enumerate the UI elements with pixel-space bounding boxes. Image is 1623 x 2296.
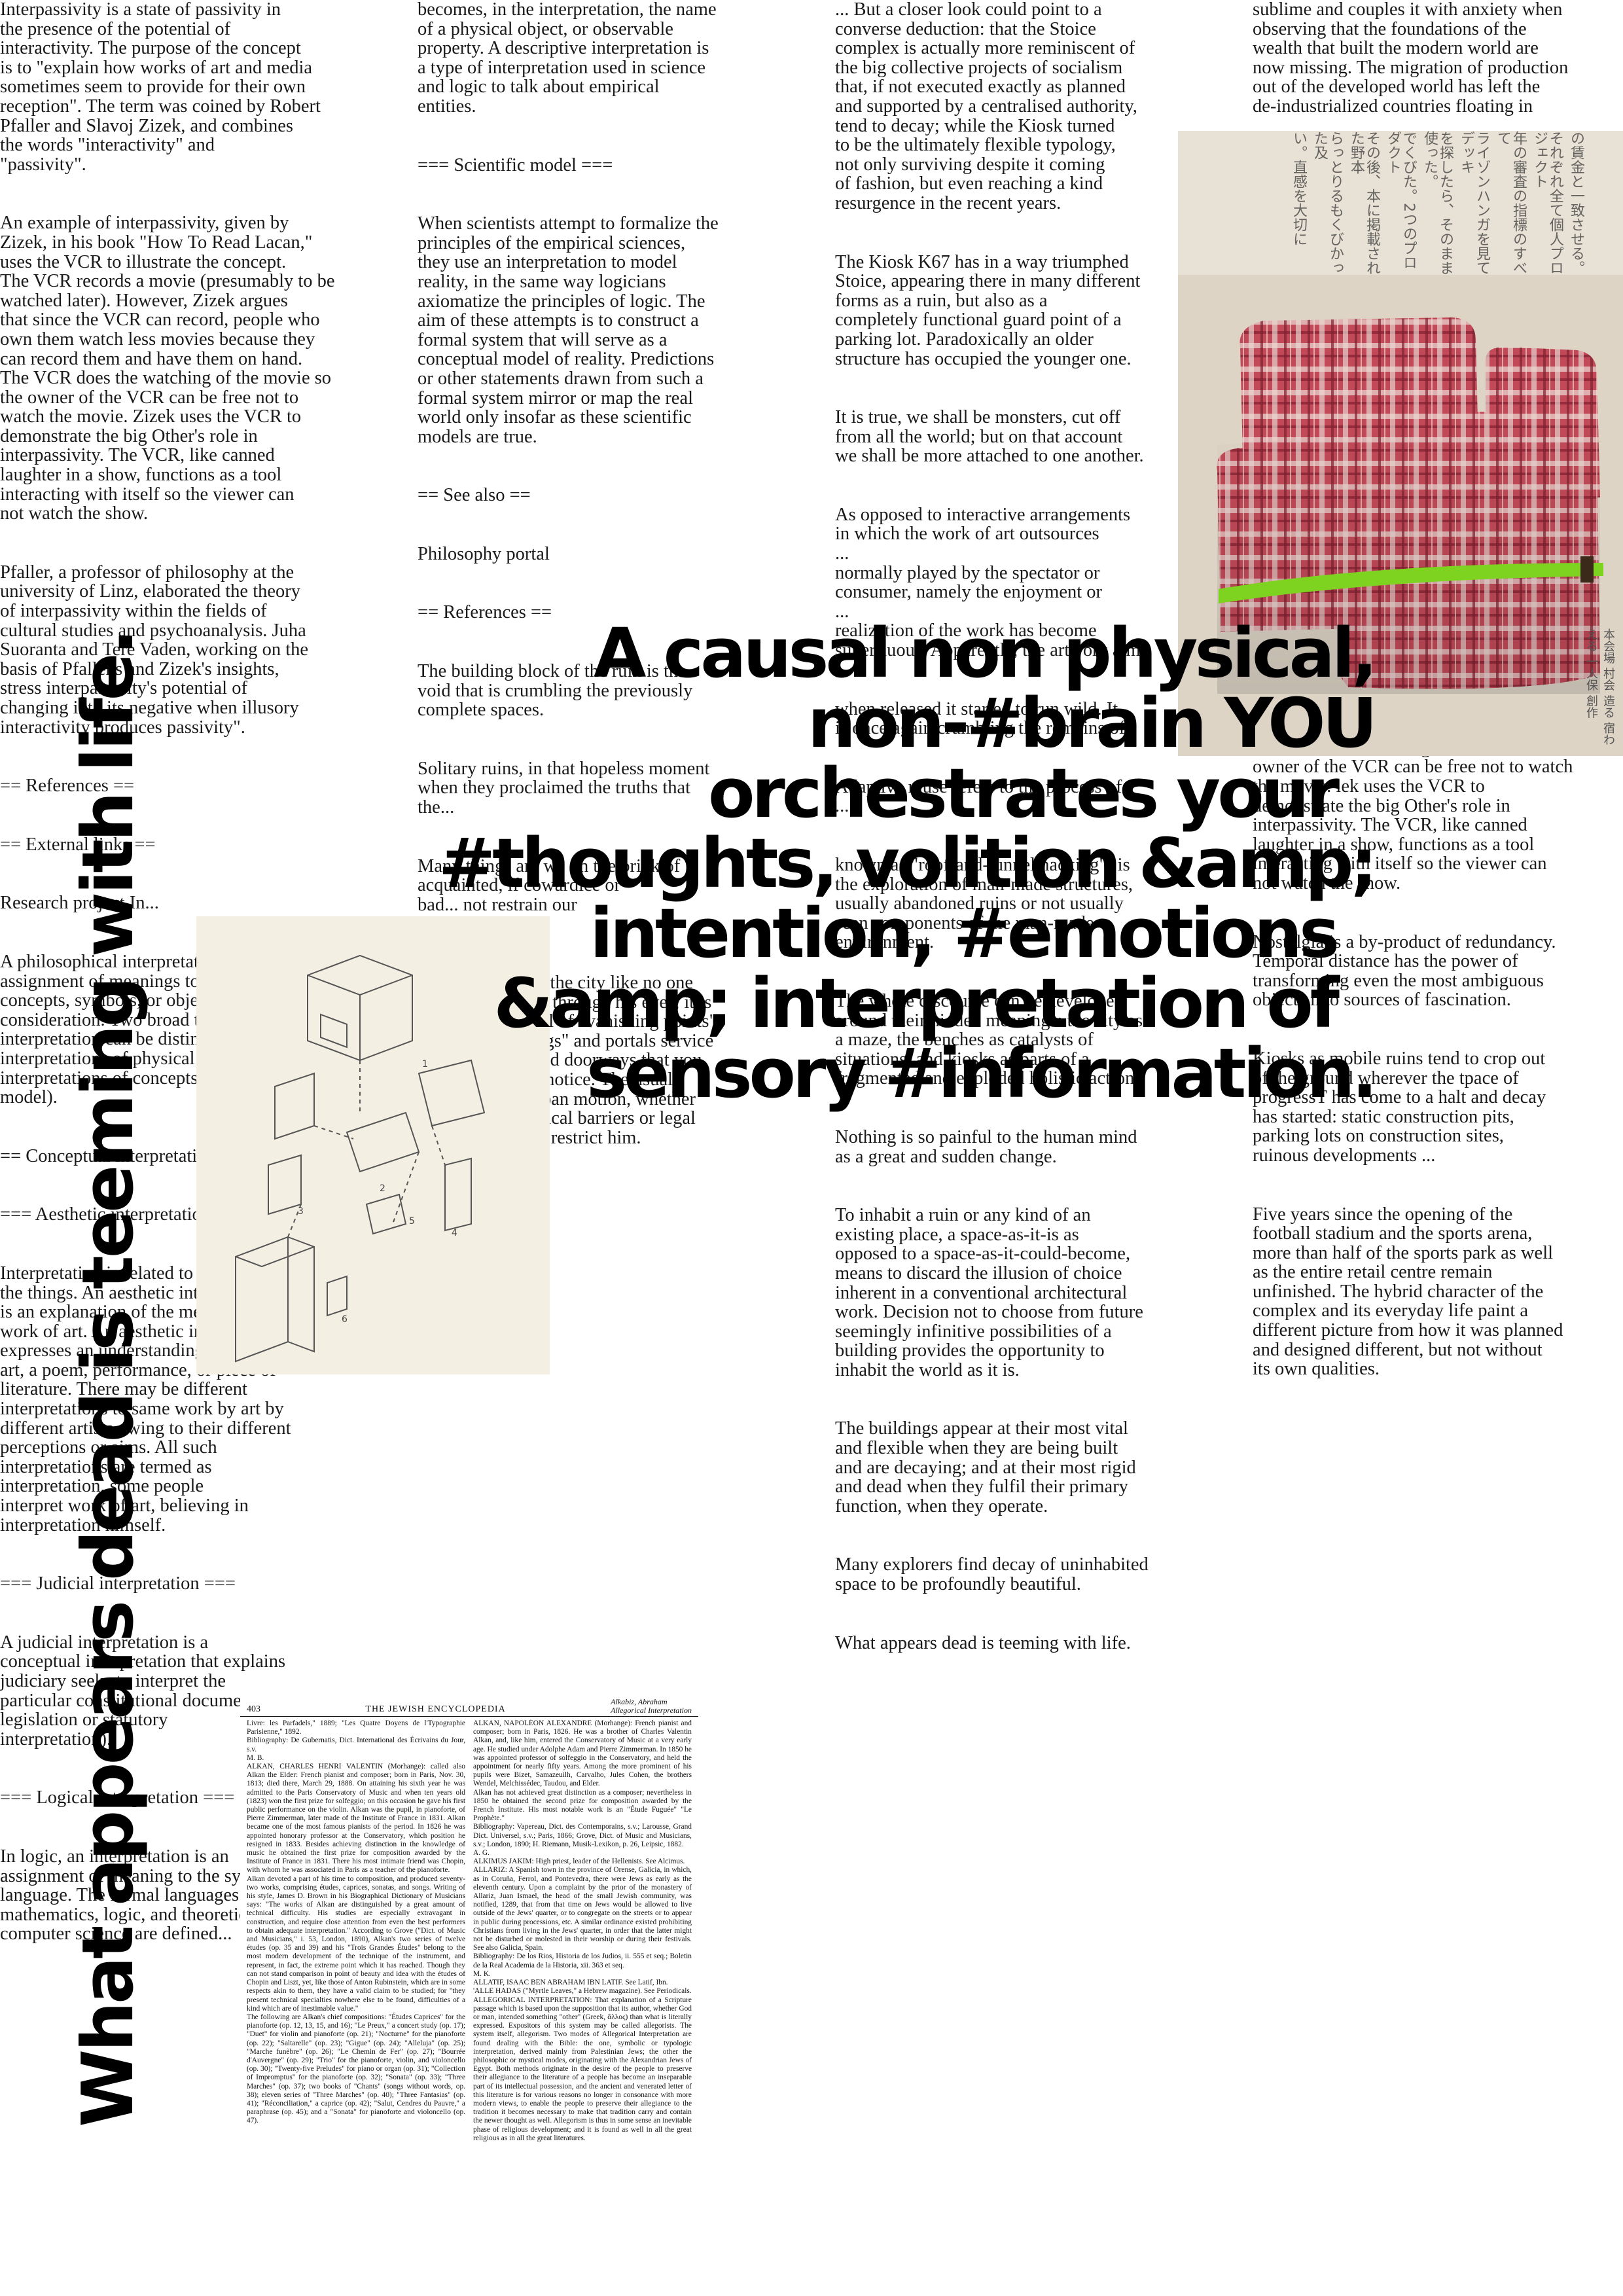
text-column-3: ... But a closer look could point to a c… bbox=[835, 0, 1228, 2296]
paragraph: Philosophy portal bbox=[418, 543, 550, 564]
svg-text:6: 6 bbox=[342, 1314, 348, 1325]
paragraph: sublime and couples it with anxiety when… bbox=[1253, 0, 1569, 117]
headline-line: sensory #information. bbox=[586, 1033, 1378, 1113]
paragraph: becomes, in the interpretation, the name… bbox=[418, 0, 717, 117]
paragraph: The buildings appear at their most vital… bbox=[835, 1418, 1136, 1516]
headline-line: orchestrates your bbox=[708, 753, 1340, 833]
paragraph: When scientists attempt to formalize the… bbox=[418, 213, 719, 447]
encyclopedia-running-title: THE JEWISH ENCYCLOPEDIA bbox=[365, 1704, 506, 1714]
headline-line: &amp; interpretation of bbox=[493, 963, 1340, 1043]
headline: A causal non physical, non-#brain YOU or… bbox=[249, 613, 1378, 1113]
paragraph: An example of interpassivity, given by Z… bbox=[0, 213, 335, 524]
svg-text:5: 5 bbox=[409, 1216, 415, 1227]
paragraph: Nothing is so painful to the human mind … bbox=[835, 1126, 1137, 1167]
paragraph: Many explorers find decay of uninhabited… bbox=[835, 1554, 1149, 1595]
paragraph: It is true, we shall be monsters, cut of… bbox=[835, 407, 1144, 467]
paragraph: === Scientific model === bbox=[418, 154, 613, 175]
vertical-slogan: What appears dead is teeming with life. bbox=[67, 631, 149, 2127]
encyclopedia-running-right: Alkabiz, Abraham Allegorical Interpretat… bbox=[611, 1697, 692, 1715]
encyclopedia-column-1: Livre: les Parfadels," 1889; "Les Quatre… bbox=[247, 1719, 465, 2125]
paragraph: To inhabit a ruin or any kind of an exis… bbox=[835, 1205, 1143, 1380]
encyclopedia-header: 403 THE JEWISH ENCYCLOPEDIA Alkabiz, Abr… bbox=[240, 1695, 698, 1717]
svg-text:2: 2 bbox=[380, 1183, 385, 1194]
paragraph: Five years since the opening of the foot… bbox=[1253, 1204, 1563, 1380]
paragraph: == See also == bbox=[418, 485, 531, 506]
headline-line: A causal non physical, bbox=[593, 613, 1378, 693]
paragraph: === Judicial interpretation === bbox=[0, 1573, 236, 1594]
paragraph: ... But a closer look could point to a c… bbox=[835, 0, 1137, 213]
encyclopedia-column-2: ALKAN, NAPOLÉON ALEXANDRE (Morhange): Fr… bbox=[473, 1719, 692, 2142]
svg-text:3: 3 bbox=[298, 1206, 304, 1217]
japanese-side-caption: 本会場 村会 造る 宿わ える 一人保 創作 bbox=[1584, 628, 1615, 746]
encyclopedia-clipping: 403 THE JEWISH ENCYCLOPEDIA Alkabiz, Abr… bbox=[240, 1695, 698, 2296]
headline-line: intention, #emotions bbox=[590, 893, 1340, 973]
headline-line: non-#brain YOU bbox=[807, 683, 1378, 763]
encyclopedia-page-number: 403 bbox=[247, 1704, 260, 1714]
paragraph: What appears dead is teeming with life. bbox=[835, 1632, 1131, 1653]
svg-text:4: 4 bbox=[452, 1228, 457, 1238]
paragraph: The Kiosk K67 has in a way triumphed Sto… bbox=[835, 251, 1141, 369]
headline-line: #thoughts, volition &amp; bbox=[438, 823, 1378, 903]
paragraph: Interpassivity is a state of passivity i… bbox=[0, 0, 321, 175]
